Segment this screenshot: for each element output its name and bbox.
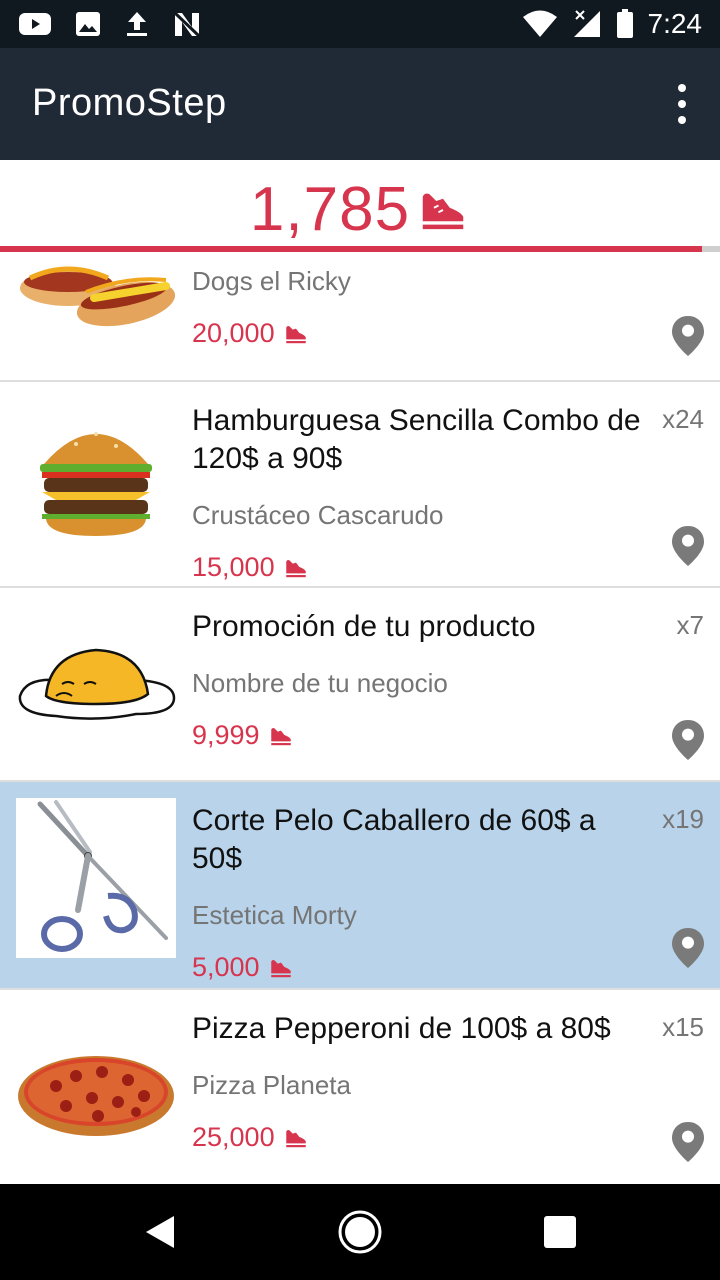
youtube-icon [19, 13, 51, 35]
promo-price: 5,000 [192, 952, 294, 983]
promo-quantity: x19 [662, 804, 704, 834]
promo-title: Corte Pelo Caballero de 60$ a 50$ [192, 804, 596, 875]
status-time: 7:24 [647, 8, 703, 39]
promo-price: 20,000 [192, 318, 309, 349]
status-bar: 7:24 [0, 0, 720, 48]
app-title: PromoStep [32, 82, 227, 124]
promo-quantity: x15 [662, 1012, 704, 1042]
hotdog-image [20, 266, 176, 327]
location-pin-icon[interactable] [672, 1122, 704, 1162]
price-value: 25,000 [192, 1122, 275, 1152]
price-value: 9,999 [192, 720, 260, 750]
price-value: 5,000 [192, 952, 260, 982]
promo-price: 15,000 [192, 552, 309, 583]
image-icon [76, 12, 100, 36]
home-icon[interactable] [336, 1208, 384, 1256]
wifi-icon [522, 10, 557, 37]
list-item[interactable]: Pizza Pepperoni de 100$ a 80$ x15 Pizza … [0, 990, 720, 1184]
shoe-icon [285, 1129, 306, 1147]
business-name: Nombre de tu negocio [192, 668, 448, 698]
location-pin-icon[interactable] [672, 928, 704, 968]
list-item[interactable]: Promoción de tu producto x7 Nombre de tu… [0, 588, 720, 782]
scissors-image [16, 798, 176, 958]
battery-icon [616, 9, 633, 38]
promo-title: Hamburguesa Sencilla Combo de 120$ a 90$ [192, 404, 641, 475]
location-pin-icon[interactable] [672, 720, 704, 760]
promo-quantity: x24 [662, 404, 704, 434]
shoe-icon [285, 559, 306, 577]
burger-image [40, 432, 152, 536]
promo-title: Promoción de tu producto [192, 610, 536, 643]
shoe-icon [285, 325, 306, 343]
promo-price: 9,999 [192, 720, 294, 751]
promo-title: Pizza Pepperoni de 100$ a 80$ [192, 1012, 611, 1045]
n-icon [173, 11, 201, 38]
steps-count: 1,785 [249, 175, 411, 244]
business-name: Pizza Planeta [192, 1070, 351, 1100]
app-bar: PromoStep [0, 48, 720, 160]
list-item[interactable]: Dogs el Ricky 20,000 [0, 252, 720, 382]
recents-icon[interactable] [536, 1208, 584, 1256]
navigation-bar [0, 1184, 720, 1280]
back-icon[interactable] [136, 1208, 184, 1256]
shoe-icon [422, 193, 464, 229]
shoe-icon [270, 959, 291, 977]
promo-price: 25,000 [192, 1122, 309, 1153]
business-name: Crustáceo Cascarudo [192, 500, 444, 530]
promotions-list[interactable]: Dogs el Ricky 20,000 Hamburguesa Sencill… [0, 252, 720, 1184]
pizza-image [18, 1056, 174, 1136]
price-value: 20,000 [192, 318, 275, 348]
steps-header: 1,785 [0, 160, 720, 252]
list-item[interactable]: Corte Pelo Caballero de 60$ a 50$ x19 Es… [0, 782, 720, 990]
shoe-icon [270, 727, 291, 745]
location-pin-icon[interactable] [672, 526, 704, 566]
upload-icon [127, 12, 147, 36]
egg-character-image [18, 648, 176, 720]
signal-icon [573, 10, 600, 37]
promo-quantity: x7 [676, 610, 704, 640]
location-pin-icon[interactable] [672, 316, 704, 356]
list-item[interactable]: Hamburguesa Sencilla Combo de 120$ a 90$… [0, 382, 720, 588]
price-value: 15,000 [192, 552, 275, 582]
business-name: Estetica Morty [192, 900, 357, 930]
more-vert-icon[interactable] [670, 84, 694, 124]
business-name: Dogs el Ricky [192, 266, 351, 296]
